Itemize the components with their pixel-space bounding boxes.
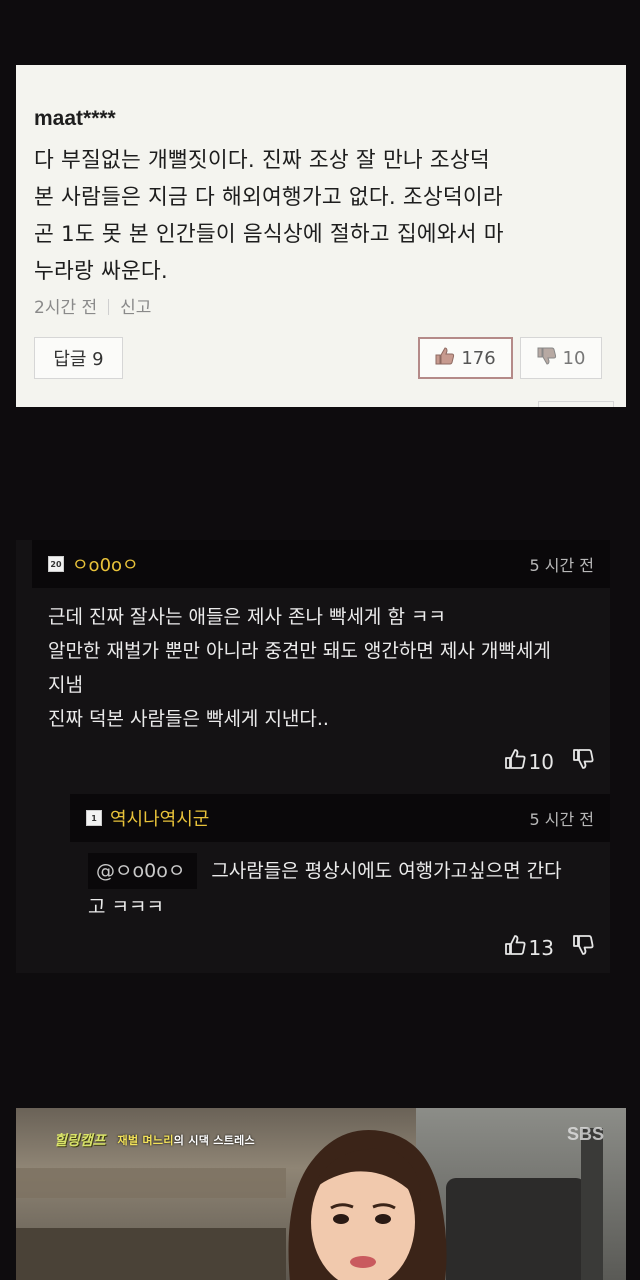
comment-line: 곤 1도 못 본 인간들이 음식상에 절하고 집에와서 마 bbox=[34, 222, 504, 247]
video-thumbnail[interactable]: 힐링캠프 재벌 며느리의 시댁 스트레스 SBS bbox=[16, 1108, 626, 1280]
comment-line: 근데 진짜 잘사는 애들은 제사 존나 빡세게 함 ㅋㅋ bbox=[48, 606, 446, 628]
reply-body: @ㅇo0oㅇ 그사람들은 평상시에도 여행가고싶으면 간다 고 ㅋㅋㅋ bbox=[88, 853, 608, 925]
comment-line: 알만한 재벌가 뿐만 아니라 중견만 돼도 앵간하면 제사 개빡세게 bbox=[48, 640, 551, 662]
background-shelf bbox=[16, 1168, 286, 1198]
comment-author[interactable]: maat**** bbox=[34, 107, 116, 131]
vote-bar: 13 bbox=[504, 934, 594, 961]
thumbs-up-icon[interactable] bbox=[504, 934, 526, 961]
comment-username[interactable]: ㅇo0oㅇ bbox=[72, 551, 139, 577]
person-image bbox=[288, 1130, 447, 1280]
comment-time: 2시간 전 bbox=[34, 298, 98, 318]
level-badge: 20 bbox=[48, 556, 64, 572]
like-button[interactable]: 176 bbox=[418, 337, 513, 379]
reply-header: 1 역시나역시군 5 시간 전 bbox=[70, 794, 610, 842]
channel-logo: SBS bbox=[566, 1124, 604, 1144]
divider bbox=[108, 299, 110, 315]
comment-card-top: maat**** 다 부질없는 개뻘짓이다. 진짜 조상 잘 만나 조상덕 본 … bbox=[16, 65, 626, 407]
reply-username[interactable]: 역시나역시군 bbox=[110, 805, 209, 831]
vote-bar: 10 bbox=[504, 748, 594, 775]
show-logo: 힐링캠프 bbox=[54, 1133, 106, 1149]
comment-thread: 20 ㅇo0oㅇ 5 시간 전 근데 진짜 잘사는 애들은 제사 존나 빡세게 … bbox=[16, 540, 610, 973]
report-link[interactable]: 신고 bbox=[120, 298, 151, 318]
background-object bbox=[446, 1178, 586, 1280]
comment-line: 진짜 덕본 사람들은 빡세게 지낸다.. bbox=[48, 708, 329, 730]
background-shelf bbox=[16, 1228, 286, 1280]
dislike-button[interactable]: 10 bbox=[520, 337, 602, 379]
caption-text: 재벌 며느리의 시댁 스트레스 bbox=[118, 1132, 255, 1148]
reply-line: @ㅇo0oㅇ 그사람들은 평상시에도 여행가고싶으면 간다 bbox=[88, 853, 608, 889]
reply-button-label: 답글 9 bbox=[53, 349, 104, 370]
level-badge: 1 bbox=[86, 810, 102, 826]
comment-line: 누라랑 싸운다. bbox=[34, 259, 168, 284]
like-count: 176 bbox=[461, 347, 496, 369]
background-pole bbox=[581, 1128, 603, 1280]
comment-time: 5 시간 전 bbox=[529, 556, 594, 575]
comment-meta: 2시간 전 신고 bbox=[34, 293, 151, 318]
mention-tag[interactable]: @ㅇo0oㅇ bbox=[88, 853, 198, 889]
thumbs-down-icon[interactable] bbox=[572, 748, 594, 775]
comment-body: 다 부질없는 개뻘짓이다. 진짜 조상 잘 만나 조상덕 본 사람들은 지금 다… bbox=[34, 142, 609, 290]
comment-body: 근데 진짜 잘사는 애들은 제사 존나 빡세게 함 ㅋㅋ 알만한 재벌가 뿐만 … bbox=[48, 600, 608, 736]
reply-button[interactable]: 답글 9 bbox=[34, 337, 123, 379]
thumbs-down-icon bbox=[537, 347, 563, 370]
thumbs-down-icon[interactable] bbox=[572, 934, 594, 961]
thumbs-up-icon[interactable] bbox=[504, 748, 526, 775]
reply-text: 그사람들은 평상시에도 여행가고싶으면 간다 bbox=[211, 860, 562, 882]
caption-highlight: 재벌 며느리 bbox=[117, 1134, 174, 1147]
comment-line: 본 사람들은 지금 다 해외여행가고 없다. 조상덕이라 bbox=[34, 185, 503, 210]
like-count: 10 bbox=[528, 749, 554, 774]
program-caption: 힐링캠프 재벌 며느리의 시댁 스트레스 bbox=[54, 1130, 255, 1150]
reply-line: 고 ㅋㅋㅋ bbox=[88, 896, 164, 918]
comment-header: 20 ㅇo0oㅇ 5 시간 전 bbox=[32, 540, 610, 588]
next-card-edge bbox=[538, 401, 614, 407]
comment-line: 지냄 bbox=[48, 674, 83, 696]
comment-line: 다 부질없는 개뻘짓이다. 진짜 조상 잘 만나 조상덕 bbox=[34, 148, 490, 173]
reply-time: 5 시간 전 bbox=[529, 810, 594, 829]
dislike-count: 10 bbox=[562, 347, 586, 369]
thumbs-up-icon bbox=[435, 346, 461, 370]
caption-rest: 의 시댁 스트레스 bbox=[173, 1134, 255, 1147]
like-count: 13 bbox=[528, 935, 554, 960]
